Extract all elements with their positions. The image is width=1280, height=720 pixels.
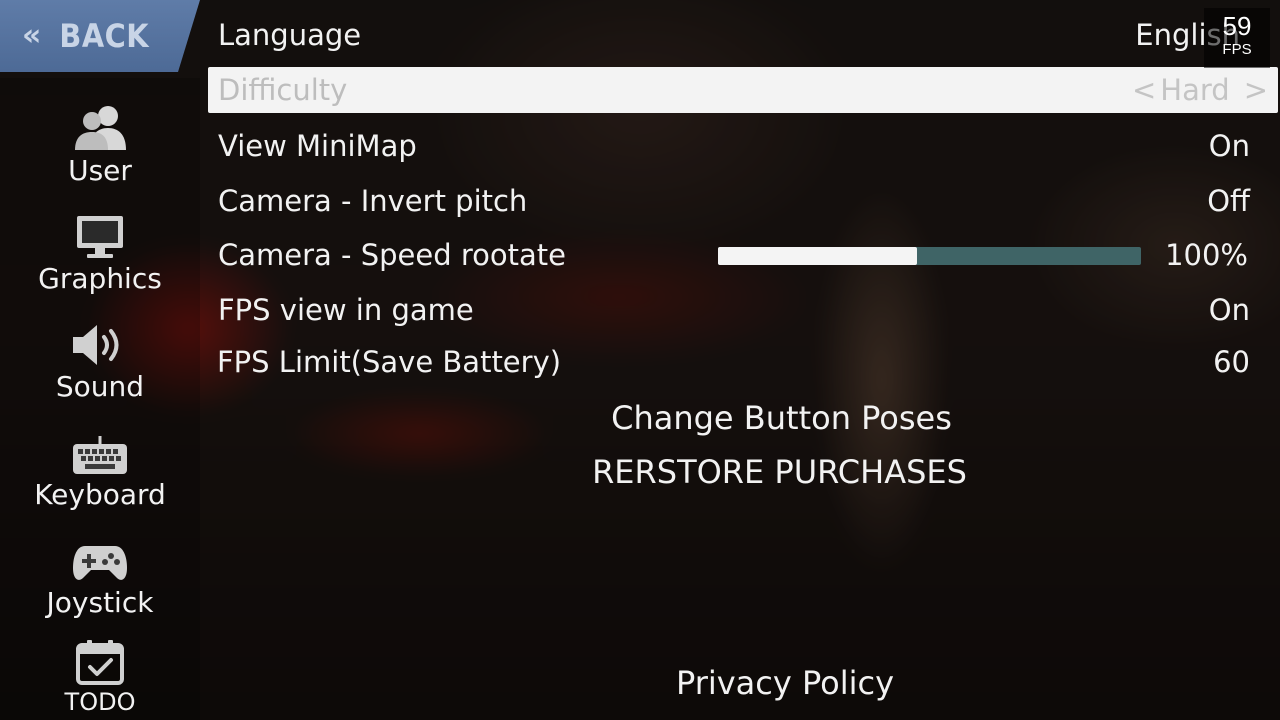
fps-value: 59	[1222, 11, 1252, 41]
sidebar-item-user[interactable]: User	[0, 104, 200, 187]
change-button-poses-link[interactable]: Change Button Poses	[200, 399, 1280, 437]
setting-label: FPS view in game	[218, 293, 474, 327]
sidebar-item-label: TODO	[64, 688, 136, 716]
setting-invert-pitch[interactable]: Camera - Invert pitch Off	[218, 178, 1280, 224]
speed-rotate-value: 100%	[1165, 238, 1248, 272]
setting-label: Difficulty	[218, 73, 348, 107]
setting-label: Camera - Speed rootate	[218, 238, 566, 272]
invert-pitch-value: Off	[1207, 184, 1250, 218]
privacy-policy-link[interactable]: Privacy Policy	[200, 664, 1280, 702]
sidebar-item-label: Sound	[55, 370, 145, 403]
speaker-icon	[73, 325, 119, 365]
settings-screen: « BACK User Graphics Sound Keyboard Joys…	[0, 0, 1280, 720]
restore-purchases-link[interactable]: RERSTORE PURCHASES	[200, 453, 1280, 491]
sidebar: User Graphics Sound Keyboard Joystick TO…	[0, 78, 200, 720]
setting-label: Language	[218, 18, 362, 52]
arrow-right-icon[interactable]: >	[1230, 73, 1272, 107]
users-icon	[75, 106, 126, 150]
back-label: BACK	[59, 17, 150, 55]
setting-language[interactable]: Language English	[218, 12, 1280, 58]
sidebar-item-joystick[interactable]: Joystick	[0, 542, 200, 619]
back-chevron-icon: «	[22, 18, 42, 53]
fps-limit-value: 60	[1213, 345, 1250, 379]
monitor-icon	[77, 216, 123, 258]
minimap-value: On	[1208, 129, 1250, 163]
sidebar-item-graphics[interactable]: Graphics	[0, 214, 200, 295]
fps-unit: FPS	[1222, 41, 1252, 58]
sidebar-item-label: User	[68, 154, 132, 187]
setting-label: Camera - Invert pitch	[218, 184, 528, 218]
setting-fps-view[interactable]: FPS view in game On	[218, 287, 1280, 333]
keyboard-icon	[73, 436, 127, 474]
setting-label: FPS Limit(Save Battery)	[217, 345, 562, 379]
sidebar-item-label: Keyboard	[34, 478, 166, 511]
sidebar-item-label: Joystick	[46, 586, 154, 619]
speed-rotate-slider[interactable]	[718, 247, 1141, 265]
sidebar-item-todo[interactable]: TODO	[0, 638, 200, 716]
calendar-check-icon	[76, 640, 124, 685]
sidebar-item-label: Graphics	[38, 262, 162, 295]
setting-difficulty[interactable]: Difficulty < Hard >	[208, 67, 1278, 113]
sidebar-item-keyboard[interactable]: Keyboard	[0, 434, 200, 511]
difficulty-selector: < Hard >	[1128, 73, 1272, 107]
sidebar-item-sound[interactable]: Sound	[0, 322, 200, 403]
setting-fps-limit[interactable]: FPS Limit(Save Battery) 60	[217, 339, 1280, 385]
arrow-left-icon[interactable]: <	[1128, 73, 1160, 107]
gamepad-icon	[73, 546, 127, 580]
back-button[interactable]: « BACK	[0, 0, 200, 72]
setting-minimap[interactable]: View MiniMap On	[218, 123, 1280, 169]
difficulty-value: Hard	[1160, 73, 1230, 107]
fps-view-value: On	[1208, 293, 1250, 327]
setting-label: View MiniMap	[218, 129, 417, 163]
slider-fill	[718, 247, 917, 265]
fps-counter: 59 FPS	[1204, 8, 1270, 68]
